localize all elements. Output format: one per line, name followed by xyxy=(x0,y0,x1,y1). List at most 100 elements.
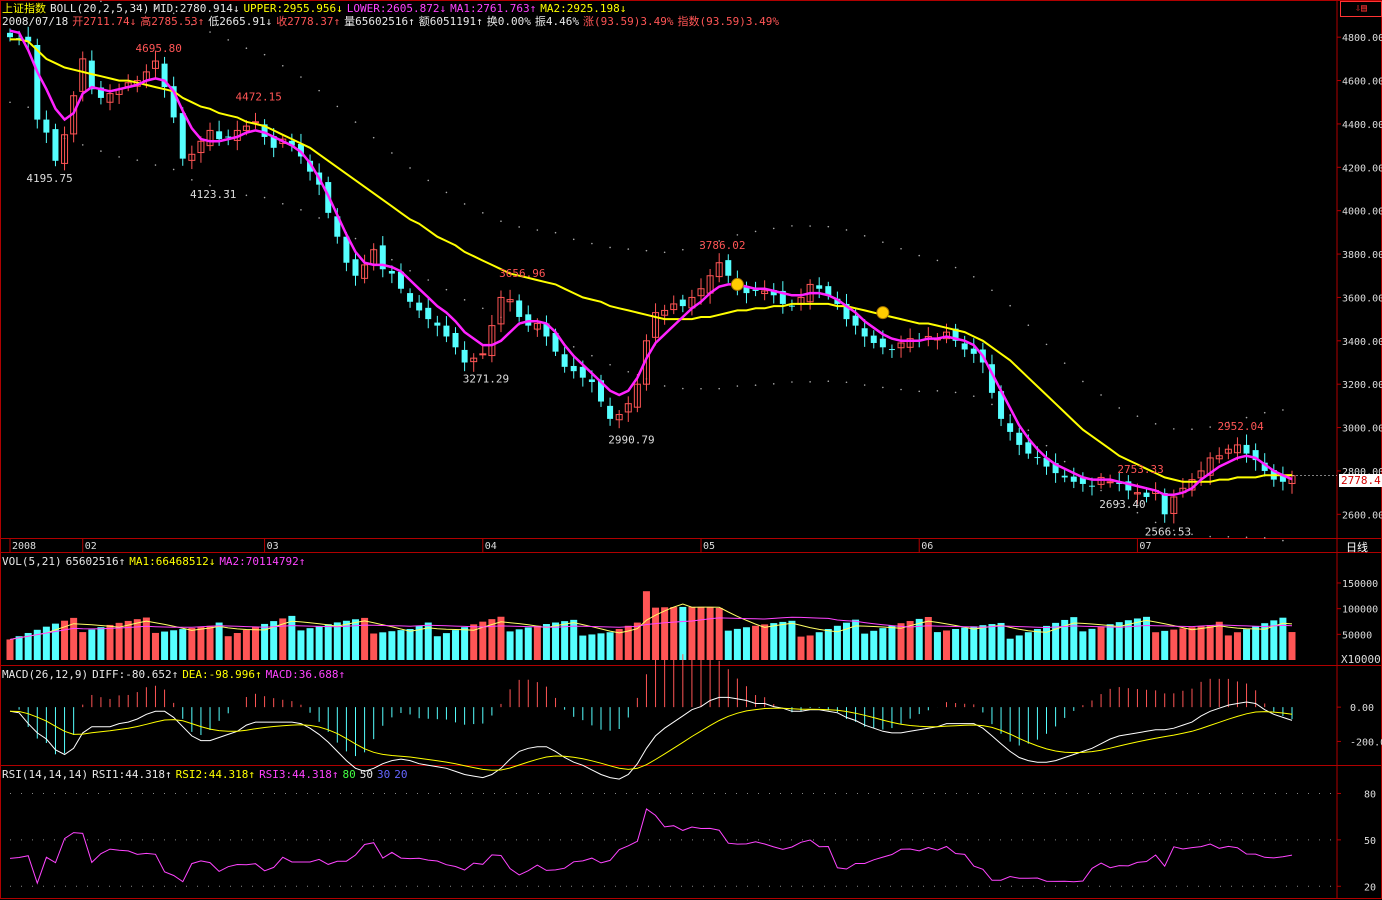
candle-body-down xyxy=(407,293,414,302)
price-annotation: 3656.96 xyxy=(499,267,545,280)
volume-bar xyxy=(1224,635,1232,660)
boll-upper-dot xyxy=(1118,407,1121,409)
volume-bar xyxy=(6,639,14,660)
volume-bar xyxy=(715,607,723,660)
boll-upper-dot xyxy=(1045,343,1048,346)
boll-upper-dot xyxy=(972,275,975,278)
boll-lower-dot xyxy=(463,299,466,301)
vol-header: VOL(5,21) 65602516↑ MA1:66468512↓ MA2:70114… xyxy=(2,555,309,568)
price-annotation: 2952.04 xyxy=(1217,420,1264,433)
candle-body-down xyxy=(879,338,886,348)
boll-upper-dot xyxy=(300,76,302,78)
boll-upper-dot xyxy=(409,167,411,169)
boll-upper-dot xyxy=(882,241,884,243)
candle-body-down xyxy=(1007,423,1014,432)
boll-lower-dot xyxy=(936,390,939,392)
boll-lower-dot xyxy=(918,390,921,393)
candle-body-down xyxy=(588,379,595,383)
candle-body-down xyxy=(52,129,59,161)
price-tick-label: 4800.00 xyxy=(1342,33,1382,44)
candle-body-down xyxy=(961,343,968,350)
boll-upper-dot xyxy=(772,227,775,230)
price-tick-label: 4200.00 xyxy=(1342,163,1382,174)
volume-bar xyxy=(997,622,1005,660)
volume-bar xyxy=(15,636,23,660)
volume-bar xyxy=(206,625,214,660)
volume-bar xyxy=(406,629,414,660)
volume-bar xyxy=(515,629,523,660)
volume-bar xyxy=(142,617,150,660)
volume-bar xyxy=(251,626,259,660)
volume-bar xyxy=(1143,616,1151,660)
quote-volume: 量65602516↑ xyxy=(344,15,415,28)
boll-upper-dot xyxy=(1263,411,1266,414)
boll-lower-dot xyxy=(682,387,684,390)
vol-ma2: MA2:70114792↑ xyxy=(219,555,306,568)
volume-bar xyxy=(1188,627,1196,660)
volume-bar xyxy=(415,625,423,660)
volume-bar xyxy=(661,607,669,660)
month-label: 05 xyxy=(703,541,715,552)
boll-lower-dot xyxy=(81,144,84,146)
boll-lower-dot xyxy=(791,381,793,383)
volume-bar xyxy=(670,607,678,660)
boll-lower-dot xyxy=(172,168,175,171)
volume-bar xyxy=(397,630,405,660)
volume-bar xyxy=(706,607,714,660)
macd-tick-label: 0.00 xyxy=(1350,703,1374,714)
rsi-level-80: 80 xyxy=(342,768,356,781)
boll-lower-dot xyxy=(281,202,284,205)
rsi1-value: RSI1:44.318↑ xyxy=(92,768,172,781)
boll-lower-dot xyxy=(318,217,320,219)
vol-tick-label: 150000 xyxy=(1342,579,1378,590)
candle-body-down xyxy=(452,333,459,348)
boll-lower-dot xyxy=(736,385,739,387)
month-label: 06 xyxy=(921,541,933,552)
boll-upper-dot xyxy=(663,251,666,254)
boll-upper-dot xyxy=(1282,409,1284,411)
volume-bar xyxy=(824,628,832,660)
volume-bar xyxy=(88,629,96,660)
boll-upper-dot xyxy=(263,53,266,56)
price-tick-label: 4600.00 xyxy=(1342,77,1382,88)
outer-frame xyxy=(0,0,1382,899)
vol-tick-label: 50000 xyxy=(1342,630,1372,641)
boll-lower-dot xyxy=(845,381,848,384)
volume-bar xyxy=(752,625,760,660)
volume-bar xyxy=(733,628,741,660)
boll-lower-dot xyxy=(27,106,29,108)
boll-lower-dot xyxy=(1100,489,1102,492)
price-tick-label: 4000.00 xyxy=(1342,207,1382,218)
boll-lower-dot xyxy=(427,279,430,281)
boll-upper-dot xyxy=(627,248,630,250)
volume-bar xyxy=(370,633,378,660)
boll-lower-dot xyxy=(1282,539,1284,542)
quote-high: 高2785.53↑ xyxy=(140,15,205,28)
boll-mid: MID:2780.914↓ xyxy=(153,2,240,15)
volume-bar xyxy=(161,631,169,660)
period-tab[interactable]: 日线 xyxy=(1346,541,1368,554)
boll-upper-dot xyxy=(918,254,921,257)
boll-lower-dot xyxy=(700,387,702,390)
volume-bar xyxy=(597,633,605,660)
boll-lower-dot xyxy=(1191,533,1193,536)
macd-label: MACD(26,12,9) xyxy=(2,668,89,681)
boll-upper-dot xyxy=(354,121,357,123)
window-corner-icon[interactable]: ⇩▤ xyxy=(1340,1,1382,17)
rsi-header: RSI(14,14,14) RSI1:44.318↑ RSI2:44.318↑ RSI… xyxy=(2,768,412,781)
volume-bar xyxy=(788,620,796,660)
quote-open: 开2711.74↓ xyxy=(72,15,137,28)
volume-bar xyxy=(170,630,178,660)
candle-body-down xyxy=(179,113,186,159)
boll-upper-dot xyxy=(227,39,230,41)
volume-bar xyxy=(79,632,87,660)
ma1-line xyxy=(9,29,1293,497)
volume-bar xyxy=(924,616,932,660)
price-tick-label: 3600.00 xyxy=(1342,293,1382,304)
month-label: 04 xyxy=(485,541,497,552)
candle-body-down xyxy=(416,302,423,311)
volume-bar xyxy=(933,632,941,660)
candle-body-down xyxy=(870,335,877,343)
boll-lower-dot xyxy=(1245,536,1248,539)
volume-bar xyxy=(106,624,114,660)
